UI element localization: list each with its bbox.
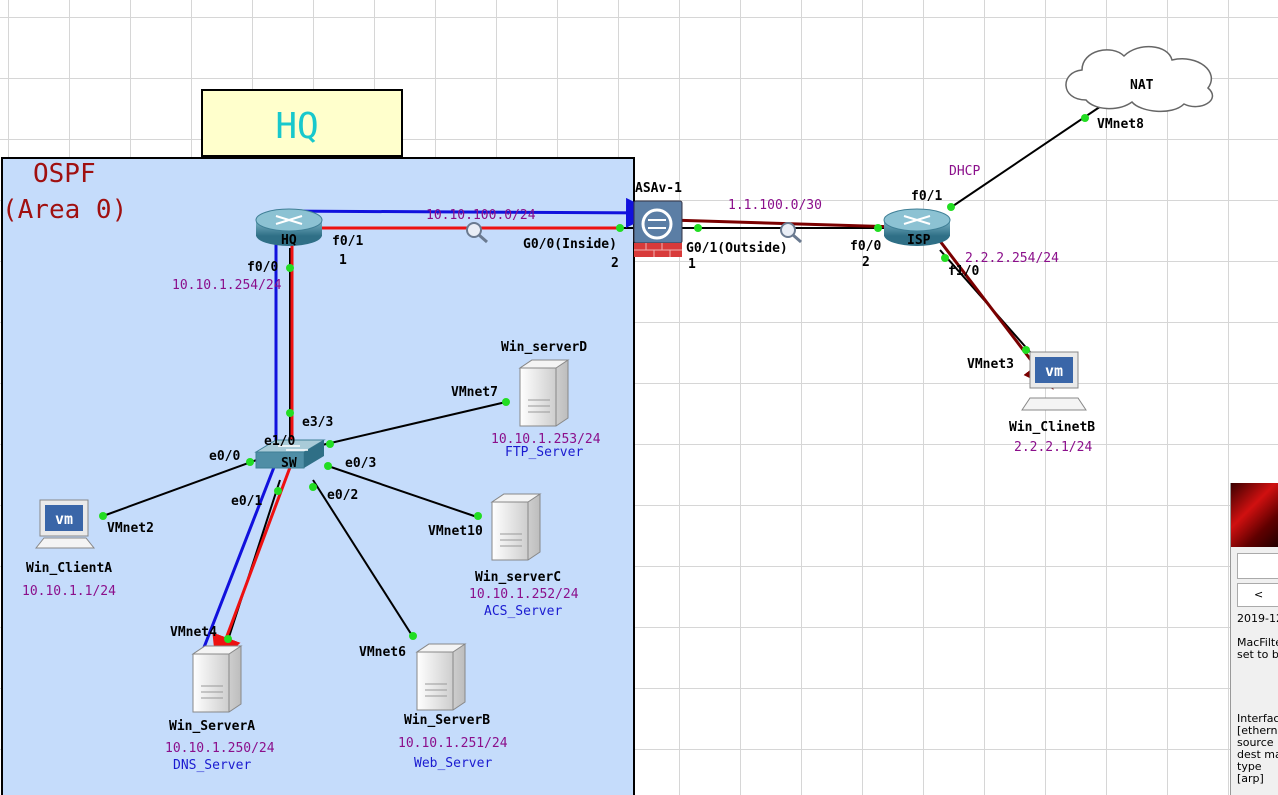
role-win-serverb: Web_Server <box>414 756 492 771</box>
side-window-banner <box>1231 483 1278 547</box>
isp-router-label: ISP <box>907 233 931 248</box>
label-win-serverd: Win_serverD <box>501 340 587 355</box>
iface-isp-f00-num: 2 <box>862 255 870 270</box>
side-window-line: [arp] <box>1237 772 1264 785</box>
iface-vmnet2: VMnet2 <box>107 521 154 536</box>
iface-sw-e00: e0/0 <box>209 449 240 464</box>
iface-asa-outside-num: 1 <box>688 257 696 272</box>
role-win-servera: DNS_Server <box>173 758 251 773</box>
hq-label: HQ <box>275 106 318 147</box>
ospf-area <box>1 157 635 795</box>
ospf-area-label: (Area 0) <box>2 195 127 225</box>
iface-vmnet8: VMnet8 <box>1097 117 1144 132</box>
nat-label: NAT <box>1130 78 1154 93</box>
asa-firewall[interactable] <box>633 200 683 257</box>
iface-vmnet10: VMnet10 <box>428 524 483 539</box>
label-win-clientb: Win_ClinetB <box>1009 420 1095 435</box>
magnifier-icon[interactable] <box>466 222 482 238</box>
server-d[interactable] <box>518 359 570 427</box>
iface-hq-f00: f0/0 <box>247 260 278 275</box>
hq-router-label: HQ <box>281 233 297 248</box>
side-window-field[interactable] <box>1237 553 1278 579</box>
label-win-servera: Win_ServerA <box>169 719 255 734</box>
server-c[interactable] <box>490 493 542 561</box>
ip-win-clientb: 2.2.2.1/24 <box>1014 440 1092 455</box>
label-win-serverb: Win_ServerB <box>404 713 490 728</box>
iface-asa-inside-num: 2 <box>611 256 619 271</box>
asa-label: ASAv-1 <box>635 181 682 196</box>
iface-vmnet4: VMnet4 <box>170 625 217 640</box>
client-a[interactable]: vm <box>34 499 96 549</box>
iface-vmnet7: VMnet7 <box>451 385 498 400</box>
iface-isp-f00: f0/0 <box>850 239 881 254</box>
label-win-clienta: Win_ClientA <box>26 561 112 576</box>
iface-isp-f01: f0/1 <box>911 189 942 204</box>
iface-sw-e10: e1/0 <box>264 434 295 449</box>
iface-sw-e33: e3/3 <box>302 415 333 430</box>
switch-label: SW <box>281 456 297 471</box>
role-win-serverc: ACS_Server <box>484 604 562 619</box>
network-dhcp: DHCP <box>949 164 980 179</box>
topology-canvas[interactable]: HQ OSPF (Area 0) HQ ASAv-1 ISP NAT SW vm… <box>0 0 1278 795</box>
ip-win-servera: 10.10.1.250/24 <box>165 741 275 756</box>
network-hq-asa: 10.10.100.0/24 <box>426 208 536 223</box>
side-window-date: 2019-12 <box>1237 612 1278 625</box>
vm-icon: vm <box>55 510 73 528</box>
ip-win-serverb: 10.10.1.251/24 <box>398 736 508 751</box>
iface-vmnet3: VMnet3 <box>967 357 1014 372</box>
side-window-line: set to b <box>1237 648 1278 661</box>
ip-win-serverc: 10.10.1.252/24 <box>469 587 579 602</box>
iface-asa-inside: G0/0(Inside) <box>523 237 617 252</box>
iface-sw-e01: e0/1 <box>231 494 262 509</box>
network-hq-lan: 10.10.1.254/24 <box>172 278 282 293</box>
iface-sw-e02: e0/2 <box>327 488 358 503</box>
client-b[interactable]: vm <box>1021 351 1087 411</box>
magnifier-icon[interactable] <box>780 222 796 238</box>
iface-isp-f10: f1/0 <box>948 264 979 279</box>
server-a[interactable] <box>191 645 243 713</box>
ospf-title: OSPF <box>33 159 96 189</box>
iface-vmnet6: VMnet6 <box>359 645 406 660</box>
vm-icon: vm <box>1045 362 1063 380</box>
iface-sw-e03: e0/3 <box>345 456 376 471</box>
label-win-serverc: Win_serverC <box>475 570 561 585</box>
server-b[interactable] <box>415 643 467 711</box>
iface-asa-outside: G0/1(Outside) <box>686 241 788 256</box>
side-window[interactable]: < 2019-12 MacFilte set to b Interfac [et… <box>1230 483 1278 795</box>
capture-asa-isp[interactable] <box>780 222 802 244</box>
ip-win-clienta: 10.10.1.1/24 <box>22 584 116 599</box>
iface-hq-f01: f0/1 <box>332 234 363 249</box>
side-window-prev-button[interactable]: < <box>1237 583 1278 607</box>
role-win-serverd: FTP_Server <box>505 445 583 460</box>
iface-hq-f01-num: 1 <box>339 253 347 268</box>
network-asa-isp: 1.1.100.0/30 <box>728 198 822 213</box>
